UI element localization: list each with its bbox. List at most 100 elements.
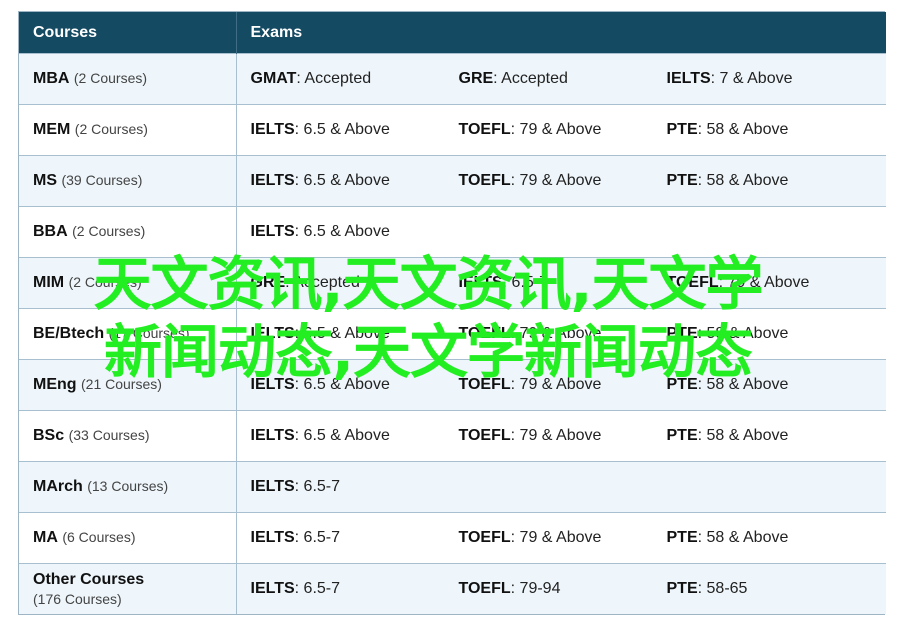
exam-requirement: TOEFL: 79 & Above [459, 427, 602, 445]
exams-cell: IELTS: 6.5 & Above TOEFL: 79 & Above PTE: … [236, 410, 887, 462]
table-row: BE/Btech (17 Courses) IELTS: 6.5 & Above T… [19, 308, 887, 360]
exam-name: IELTS [458, 274, 503, 291]
exam-name: IELTS [250, 121, 295, 138]
course-cell: MS (39 Courses) [19, 155, 237, 207]
exam-requirement: TOEFL: 79 & Above [459, 121, 602, 139]
exam-list: IELTS: 6.5 & Above TOEFL: 79 & Above PTE: … [237, 360, 887, 410]
course-name: MA [33, 529, 58, 546]
table-row: Other Courses (176 Courses) IELTS: 6.5-7 TO… [19, 563, 886, 614]
course-cell: BBA (2 Courses) [19, 206, 237, 258]
table-header-row: Courses Exams [19, 12, 886, 54]
course-cell: MBA (2 Courses) [19, 53, 237, 105]
exam-requirement: TOEFL: 79 & Above [459, 325, 602, 343]
exam-requirement: TOEFL: 79 & Above [667, 274, 810, 292]
exam-name: TOEFL [458, 580, 511, 597]
course-count: (2 Courses) [72, 223, 146, 239]
exams-column-header: Exams [236, 12, 886, 54]
exam-name: PTE [666, 376, 698, 393]
exam-requirement: TOEFL: 79 & Above [459, 529, 602, 547]
exam-score: : 79 & Above [510, 529, 602, 546]
exam-list: GRE: Accepted IELTS: 6.5-7 TOEFL: 79 & Abo… [237, 258, 887, 308]
exam-name: IELTS [250, 325, 295, 342]
exam-score: : 58 & Above [697, 325, 789, 342]
table-row: MBA (2 Courses) GMAT: Accepted GRE: Accept… [19, 53, 887, 105]
course-cell: MArch (13 Courses) [19, 461, 237, 513]
exam-name: PTE [666, 121, 698, 138]
exams-cell: IELTS: 6.5-7 TOEFL: 79-94 PTE: 58-65 [236, 563, 886, 614]
table-row: MIM (2 Courses) GRE: Accepted IELTS: 6.5-7… [19, 257, 887, 309]
exam-score: : Accepted [493, 70, 568, 87]
exams-cell: GRE: Accepted IELTS: 6.5-7 TOEFL: 79 & Abo… [236, 257, 887, 309]
exam-list: IELTS: 6.5 & Above TOEFL: 79 & Above PTE: … [237, 309, 887, 359]
table-row: BBA (2 Courses) IELTS: 6.5 & Above [19, 206, 887, 258]
table-row: BSc (33 Courses) IELTS: 6.5 & Above TOEFL:… [19, 410, 887, 462]
exam-name: GRE [458, 70, 494, 87]
course-count: (176 Courses) [33, 591, 122, 607]
exams-cell: IELTS: 6.5 & Above TOEFL: 79 & Above PTE: … [236, 155, 887, 207]
exam-name: IELTS [250, 580, 295, 597]
course-name: BBA [33, 223, 68, 240]
table-row: MEM (2 Courses) IELTS: 6.5 & Above TOEFL: … [19, 104, 887, 156]
course-name: MEng [33, 376, 77, 393]
exam-name: GRE [250, 274, 286, 291]
exam-name: TOEFL [458, 172, 511, 189]
exams-cell: IELTS: 6.5 & Above TOEFL: 79 & Above PTE: … [236, 308, 887, 360]
exam-name: IELTS [666, 70, 711, 87]
exam-list: IELTS: 6.5 & Above TOEFL: 79 & Above PTE: … [237, 105, 887, 155]
exam-requirement: IELTS: 6.5-7 [459, 274, 549, 292]
exam-requirement: TOEFL: 79 & Above [459, 376, 602, 394]
exam-name: IELTS [250, 223, 295, 240]
course-cell: Other Courses (176 Courses) [19, 563, 237, 614]
course-name: MS [33, 172, 57, 189]
exam-list: IELTS: 6.5-7 TOEFL: 79 & Above PTE: 58 & A… [237, 513, 887, 563]
exam-score: : 58 & Above [697, 172, 789, 189]
exam-requirement: IELTS: 7 & Above [667, 70, 793, 88]
exam-requirement: GMAT: Accepted [251, 70, 372, 88]
exam-list: IELTS: 6.5-7 [237, 462, 887, 512]
exam-score: : 79 & Above [718, 274, 810, 291]
exam-name: PTE [666, 427, 698, 444]
exam-requirement: IELTS: 6.5-7 [251, 580, 341, 598]
course-name: Other Courses [33, 571, 145, 588]
exam-score: : 58-65 [697, 580, 748, 597]
exam-name: IELTS [250, 478, 295, 495]
course-name: MIM [33, 274, 65, 291]
courses-column-header: Courses [19, 12, 237, 54]
course-count: (33 Courses) [68, 427, 150, 443]
course-name: MBA [33, 70, 70, 87]
course-exam-table-container: Courses Exams MBA (2 Courses) GMAT: Accep… [18, 11, 886, 615]
exam-name: PTE [666, 529, 698, 546]
course-cell: BE/Btech (17 Courses) [19, 308, 237, 360]
exam-score: : 58 & Above [697, 529, 789, 546]
course-exam-table: Courses Exams MBA (2 Courses) GMAT: Accep… [19, 12, 886, 614]
exam-name: TOEFL [458, 325, 511, 342]
course-count: (6 Courses) [62, 529, 136, 545]
exam-score: : 79 & Above [510, 172, 602, 189]
exam-score: : 58 & Above [697, 427, 789, 444]
exam-name: TOEFL [666, 274, 719, 291]
exam-requirement: TOEFL: 79 & Above [459, 172, 602, 190]
exam-requirement: PTE: 58 & Above [667, 427, 789, 445]
exam-list: IELTS: 6.5 & Above [237, 207, 887, 257]
exam-score: : 6.5 & Above [294, 325, 390, 342]
exam-requirement: PTE: 58 & Above [667, 172, 789, 190]
exam-list: IELTS: 6.5 & Above TOEFL: 79 & Above PTE: … [237, 411, 887, 461]
exam-list: GMAT: Accepted GRE: Accepted IELTS: 7 & Ab… [237, 54, 887, 104]
exam-list: IELTS: 6.5 & Above TOEFL: 79 & Above PTE: … [237, 156, 887, 206]
exam-requirement: PTE: 58 & Above [667, 376, 789, 394]
exam-name: PTE [666, 172, 698, 189]
table-body: MBA (2 Courses) GMAT: Accepted GRE: Accept… [19, 53, 887, 614]
exam-name: IELTS [250, 376, 295, 393]
exam-score: : 6.5 & Above [294, 427, 390, 444]
exam-name: TOEFL [458, 529, 511, 546]
table-row: MEng (21 Courses) IELTS: 6.5 & Above TOEFL… [19, 359, 887, 411]
exam-score: : 6.5 & Above [294, 376, 390, 393]
exam-name: PTE [666, 325, 698, 342]
course-cell: MA (6 Courses) [19, 512, 237, 564]
exam-name: PTE [666, 580, 698, 597]
exam-requirement: IELTS: 6.5 & Above [251, 172, 390, 190]
exams-cell: IELTS: 6.5-7 TOEFL: 79 & Above PTE: 58 & A… [236, 512, 887, 564]
course-name: BSc [33, 427, 65, 444]
exam-requirement: PTE: 58-65 [667, 580, 748, 598]
course-name: BE/Btech [33, 325, 105, 342]
